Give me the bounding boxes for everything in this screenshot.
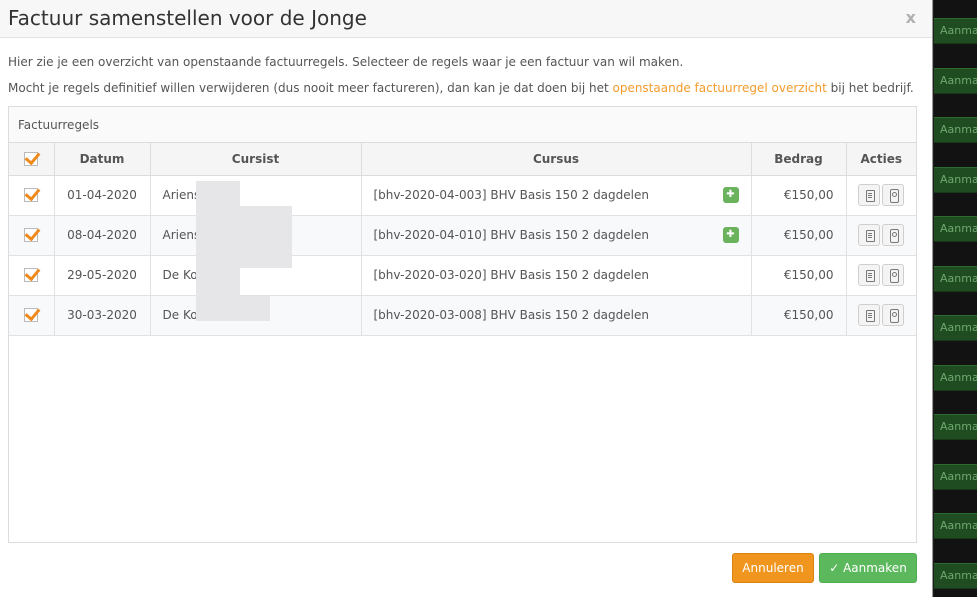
close-icon[interactable]: x [906,8,916,27]
background-create-button: Aanma [934,414,977,440]
row-select-cell[interactable] [9,175,55,216]
open-invoice-lines-link[interactable]: openstaande factuurregel overzicht [612,81,826,95]
background-create-button: Aanma [934,513,977,539]
check-icon: ✓ [829,561,840,575]
student-card-icon[interactable] [882,224,905,246]
row-date: 30-03-2020 [54,295,151,336]
table-row: 08-04-2020 Ariens [bhv-2020-04-010] BHV … [9,215,916,256]
row-course: [bhv-2020-04-003] BHV Basis 150 2 dagdel… [373,188,649,202]
document-icon[interactable] [858,304,881,326]
row-amount: €150,00 [751,215,847,256]
row-course-cell: [bhv-2020-03-020] BHV Basis 150 2 dagdel… [361,255,752,296]
row-course-cell: [bhv-2020-04-010] BHV Basis 150 2 dagdel… [361,215,752,256]
panel-title: Factuurregels [9,107,916,143]
row-amount: €150,00 [751,255,847,296]
row-actions [846,295,916,336]
document-icon[interactable] [858,184,881,206]
cancel-button[interactable]: Annuleren [732,553,814,583]
background-create-button: Aanma [934,68,977,94]
row-select-cell[interactable] [9,295,55,336]
column-header-student[interactable]: Cursist [150,143,362,176]
row-course: [bhv-2020-03-020] BHV Basis 150 2 dagdel… [373,268,649,282]
background-create-button: Aanma [934,117,977,143]
row-course: [bhv-2020-03-008] BHV Basis 150 2 dagdel… [373,308,649,322]
row-course-cell: [bhv-2020-04-003] BHV Basis 150 2 dagdel… [361,175,752,216]
row-actions [846,175,916,216]
gift-icon[interactable]: ✚ [722,187,739,203]
modal-title: Factuur samenstellen voor de Jonge [8,6,367,30]
row-amount: €150,00 [751,175,847,216]
row-actions [846,215,916,256]
table-header-row: Datum Cursist Cursus Bedrag Acties [9,143,916,176]
intro-text: Hier zie je een overzicht van openstaand… [8,55,684,69]
background-create-button: Aanma [934,266,977,292]
row-checkbox[interactable] [24,268,39,283]
row-actions [846,255,916,296]
row-amount: €150,00 [751,295,847,336]
invoice-lines-panel: Factuurregels Datum Cursist Cursus Bedra… [8,106,917,543]
row-checkbox[interactable] [24,188,39,203]
background-page-strip: Aanma Aanma Aanma Aanma Aanma Aanma Aanm… [934,0,977,597]
student-card-icon[interactable] [882,264,905,286]
document-icon[interactable] [858,264,881,286]
gift-icon[interactable]: ✚ [722,227,739,243]
redacted-block [196,206,292,236]
row-select-cell[interactable] [9,255,55,296]
intro-text-pre: Mocht je regels definitief willen verwij… [8,81,613,95]
document-icon[interactable] [858,224,881,246]
background-create-button: Aanma [934,365,977,391]
row-select-cell[interactable] [9,215,55,256]
background-create-button: Aanma [934,216,977,242]
table-row: 29-05-2020 De Ko [bhv-2020-03-020] BHV B… [9,255,916,296]
column-header-amount[interactable]: Bedrag [751,143,847,176]
column-header-date[interactable]: Datum [54,143,151,176]
select-all-header[interactable] [9,143,55,176]
row-course: [bhv-2020-04-010] BHV Basis 150 2 dagdel… [373,228,649,242]
table-row: 01-04-2020 Ariens [bhv-2020-04-003] BHV … [9,175,916,216]
column-header-course[interactable]: Cursus [361,143,752,176]
background-create-button: Aanma [934,18,977,44]
intro-text-post: bij het bedrijf. [826,81,914,95]
row-checkbox[interactable] [24,308,39,323]
create-button-label: Aanmaken [843,561,907,575]
intro-text-delete: Mocht je regels definitief willen verwij… [8,81,914,95]
background-create-button: Aanma [934,563,977,589]
row-checkbox[interactable] [24,228,39,243]
background-create-button: Aanma [934,464,977,490]
redacted-block [196,296,270,321]
invoice-lines-table: Datum Cursist Cursus Bedrag Acties 01-04… [9,143,916,336]
student-card-icon[interactable] [882,304,905,326]
row-date: 29-05-2020 [54,255,151,296]
invoice-modal: Factuur samenstellen voor de Jonge x Hie… [0,0,933,597]
background-create-button: Aanma [934,315,977,341]
student-card-icon[interactable] [882,184,905,206]
modal-header: Factuur samenstellen voor de Jonge x [0,0,932,38]
create-button[interactable]: ✓ Aanmaken [819,553,917,583]
row-course-cell: [bhv-2020-03-008] BHV Basis 150 2 dagdel… [361,295,752,336]
background-create-button: Aanma [934,167,977,193]
redacted-block [196,262,240,298]
row-date: 01-04-2020 [54,175,151,216]
column-header-actions: Acties [846,143,916,176]
row-date: 08-04-2020 [54,215,151,256]
select-all-checkbox[interactable] [24,152,39,166]
table-row: 30-03-2020 De Ko [bhv-2020-03-008] BHV B… [9,295,916,336]
